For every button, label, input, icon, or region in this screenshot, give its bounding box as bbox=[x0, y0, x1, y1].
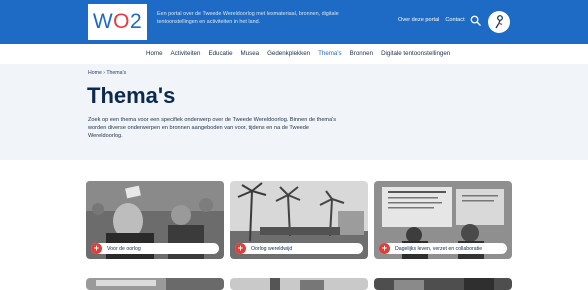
nav-item-home[interactable]: Home bbox=[146, 50, 163, 57]
search-icon[interactable] bbox=[470, 15, 481, 26]
nav-item-activiteiten[interactable]: Activiteiten bbox=[171, 50, 201, 57]
header-bar: WO2 Een portal over de Tweede Wereldoorl… bbox=[0, 0, 588, 44]
plus-icon: + bbox=[91, 243, 102, 254]
card-label: Voor de oorlog bbox=[107, 245, 141, 252]
top-link-about[interactable]: Over deze portal bbox=[398, 17, 439, 23]
nav-item-musea[interactable]: Musea bbox=[241, 50, 260, 57]
top-link-contact[interactable]: Contact bbox=[445, 17, 464, 23]
card-label: Oorlog wereldwijd bbox=[251, 245, 293, 252]
page-intro: Zoek op een thema voor een specifiek ond… bbox=[88, 117, 337, 139]
nav-item-educatie[interactable]: Educatie bbox=[208, 50, 232, 57]
nav-item-tentoonstellingen[interactable]: Digitale tentoonstellingen bbox=[381, 50, 450, 57]
nav-item-bronnen[interactable]: Bronnen bbox=[350, 50, 373, 57]
main-navigation: Home Activiteiten Educatie Musea Gedenkp… bbox=[0, 44, 588, 64]
page-hero: Home › Thema's Thema's Zoek op een thema… bbox=[0, 64, 588, 160]
user-figure-icon bbox=[495, 15, 503, 29]
nav-item-themas[interactable]: Thema's bbox=[318, 50, 342, 57]
theme-card-row2-2[interactable] bbox=[230, 278, 368, 290]
photo-people bbox=[374, 278, 512, 290]
photo-ruins bbox=[230, 278, 368, 290]
card-label-pill: + Oorlog wereldwijd bbox=[235, 243, 363, 254]
theme-card-dagelijks-leven[interactable]: + Dagelijks leven, verzet en collaborati… bbox=[374, 181, 512, 259]
user-avatar[interactable] bbox=[488, 11, 510, 33]
page-title: Thema's bbox=[87, 83, 176, 108]
card-label-pill: + Dagelijks leven, verzet en collaborati… bbox=[379, 243, 507, 254]
card-label-pill: + Voor de oorlog bbox=[91, 243, 219, 254]
photo-street-sign bbox=[86, 278, 224, 290]
theme-card-row2-1[interactable] bbox=[86, 278, 224, 290]
theme-card-row2-3[interactable] bbox=[374, 278, 512, 290]
plus-icon: + bbox=[235, 243, 246, 254]
theme-card-oorlog-wereldwijd[interactable]: + Oorlog wereldwijd bbox=[230, 181, 368, 259]
nav-item-gedenkplekken[interactable]: Gedenkplekken bbox=[267, 50, 310, 57]
wo2-logo[interactable]: WO2 bbox=[88, 4, 147, 40]
plus-icon: + bbox=[379, 243, 390, 254]
card-label: Dagelijks leven, verzet en collaboratie bbox=[395, 245, 483, 252]
header-tagline: Een portal over de Tweede Wereldoorlog m… bbox=[157, 11, 339, 25]
breadcrumb[interactable]: Home › Thema's bbox=[88, 70, 126, 76]
top-links: Over deze portal Contact bbox=[398, 17, 465, 23]
theme-card-voor-de-oorlog[interactable]: + Voor de oorlog bbox=[86, 181, 224, 259]
logo-text: WO2 bbox=[92, 10, 143, 33]
